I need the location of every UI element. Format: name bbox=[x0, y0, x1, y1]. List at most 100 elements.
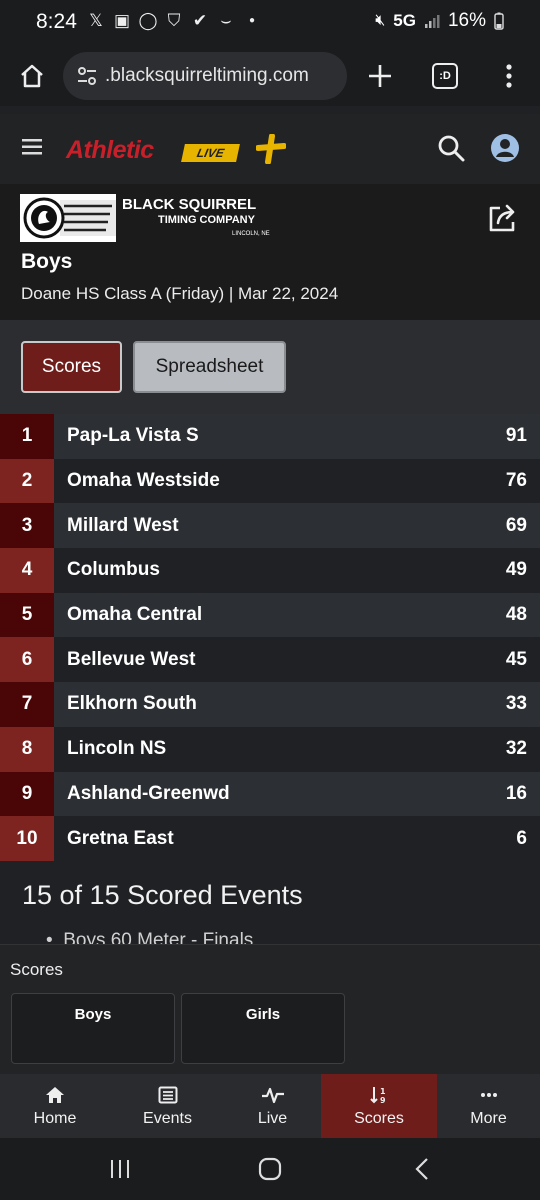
standings-row[interactable]: 5 Omaha Central 48 bbox=[0, 592, 540, 638]
list-icon bbox=[158, 1086, 177, 1104]
team-name[interactable]: Omaha Westside bbox=[67, 470, 220, 492]
standings-row[interactable]: 8 Lincoln NS 32 bbox=[0, 726, 540, 772]
mute-icon: 🔇︎ bbox=[375, 12, 386, 29]
notification-icons: 𝕏 ▣ ◯ ⛉ ✔ ⌣ ● bbox=[86, 11, 262, 31]
home-icon bbox=[46, 1087, 64, 1103]
nav-events-label: Events bbox=[143, 1110, 192, 1127]
team-rank: 1 bbox=[0, 414, 54, 459]
team-points: 76 bbox=[505, 470, 527, 492]
team-name[interactable]: Pap-La Vista S bbox=[67, 425, 199, 447]
team-points: 32 bbox=[505, 738, 527, 760]
brand-name: Athletic bbox=[66, 136, 154, 164]
tab-spreadsheet[interactable]: Spreadsheet bbox=[133, 341, 286, 393]
nav-scores[interactable]: 19 Scores bbox=[321, 1074, 437, 1138]
check-app-icon: ✔ bbox=[192, 11, 208, 30]
nav-events[interactable]: Events bbox=[110, 1074, 225, 1138]
team-points: 69 bbox=[505, 514, 527, 536]
team-name[interactable]: Columbus bbox=[67, 559, 160, 581]
site-settings-icon[interactable] bbox=[77, 67, 97, 85]
tab-scores[interactable]: Scores bbox=[21, 341, 122, 393]
event-list-item[interactable]: • Boys 60 Meter - Finals bbox=[46, 930, 253, 944]
team-points: 49 bbox=[505, 559, 527, 581]
battery-icon bbox=[494, 12, 504, 30]
team-name[interactable]: Millard West bbox=[67, 515, 179, 537]
scores-drawer: Scores Boys Girls bbox=[0, 944, 540, 1074]
team-rank: 9 bbox=[0, 771, 54, 817]
system-navigation bbox=[0, 1138, 540, 1200]
girls-scores-button[interactable]: Girls bbox=[181, 993, 345, 1064]
team-rank: 8 bbox=[0, 726, 54, 772]
standings-row[interactable]: 6 Bellevue West 45 bbox=[0, 637, 540, 683]
share-icon[interactable] bbox=[486, 202, 518, 234]
team-points: 48 bbox=[505, 604, 527, 626]
team-points: 45 bbox=[505, 648, 527, 670]
back-icon[interactable] bbox=[412, 1157, 432, 1181]
event-title: Boys bbox=[21, 250, 73, 273]
standings-row[interactable]: 1 Pap-La Vista S 91 bbox=[0, 414, 540, 459]
standings-row[interactable]: 7 Elkhorn South 33 bbox=[0, 682, 540, 727]
nav-home[interactable]: Home bbox=[0, 1074, 110, 1138]
shield-app-icon: ⛉ bbox=[167, 11, 181, 30]
battery-label: 16% bbox=[447, 10, 486, 31]
status-right: 🔇︎ 5G 16% bbox=[375, 10, 504, 32]
athletic-live-logo[interactable]: Athletic LIVE bbox=[66, 136, 242, 166]
team-name[interactable]: Gretna East bbox=[67, 828, 174, 850]
team-name[interactable]: Omaha Central bbox=[67, 604, 202, 626]
browser-toolbar: .blacksquirreltiming.com :D bbox=[0, 46, 540, 106]
address-bar[interactable]: .blacksquirreltiming.com bbox=[63, 52, 347, 100]
view-tabs: Scores Spreadsheet bbox=[0, 320, 540, 414]
home-icon[interactable] bbox=[18, 62, 46, 90]
standings-row[interactable]: 9 Ashland-Greenwd 16 bbox=[0, 771, 540, 817]
site-header: Athletic LIVE bbox=[0, 114, 540, 184]
x-app-icon: 𝕏 bbox=[89, 11, 103, 30]
tab-switcher-button[interactable]: :D bbox=[432, 63, 458, 89]
more-notifications-icon: ● bbox=[248, 15, 256, 26]
brand-badge: LIVE bbox=[181, 144, 240, 162]
standings-row[interactable]: 2 Omaha Westside 76 bbox=[0, 458, 540, 504]
amazon-icon: ⌣ bbox=[220, 11, 232, 30]
timer-location: LINCOLN, NE bbox=[232, 231, 270, 237]
team-points: 91 bbox=[505, 425, 527, 447]
hamburger-menu-icon[interactable] bbox=[22, 138, 44, 156]
timer-name-line1: BLACK SQUIRREL bbox=[122, 196, 257, 213]
bottom-nav: Home Events Live 19 Scores More bbox=[0, 1074, 540, 1138]
standings-row[interactable]: 3 Millard West 69 bbox=[0, 503, 540, 549]
team-name[interactable]: Lincoln NS bbox=[67, 738, 166, 760]
svg-text:1: 1 bbox=[380, 1087, 386, 1096]
team-rank: 7 bbox=[0, 682, 54, 727]
event-subtitle: Doane HS Class A (Friday) | Mar 22, 2024 bbox=[21, 284, 339, 303]
team-name[interactable]: Elkhorn South bbox=[67, 693, 197, 715]
nav-more-label: More bbox=[470, 1110, 507, 1127]
team-name[interactable]: Ashland-Greenwd bbox=[67, 783, 230, 805]
system-home-icon[interactable] bbox=[258, 1157, 282, 1181]
pulse-icon bbox=[261, 1087, 284, 1104]
new-tab-icon[interactable] bbox=[366, 62, 394, 90]
team-rank: 2 bbox=[0, 458, 54, 504]
team-rank: 6 bbox=[0, 637, 54, 683]
recent-apps-icon[interactable] bbox=[109, 1158, 131, 1180]
nav-live-label: Live bbox=[257, 1110, 288, 1127]
boys-scores-button[interactable]: Boys bbox=[11, 993, 175, 1064]
standings-row[interactable]: 4 Columbus 49 bbox=[0, 548, 540, 593]
nav-more[interactable]: More bbox=[437, 1074, 540, 1138]
team-rank: 3 bbox=[0, 503, 54, 549]
nav-live[interactable]: Live bbox=[225, 1074, 320, 1138]
team-name[interactable]: Bellevue West bbox=[67, 649, 195, 671]
menu-dots-icon[interactable] bbox=[500, 62, 518, 90]
timer-name-line2: TIMING COMPANY bbox=[158, 214, 255, 226]
signal-icon bbox=[424, 15, 440, 28]
team-points: 6 bbox=[516, 827, 527, 849]
team-rank: 10 bbox=[0, 816, 54, 861]
plus-logo-icon[interactable] bbox=[256, 134, 286, 164]
team-rank: 5 bbox=[0, 592, 54, 638]
standings-row[interactable]: 10 Gretna East 6 bbox=[0, 816, 540, 861]
drawer-title: Scores bbox=[10, 960, 63, 979]
nav-scores-label: Scores bbox=[354, 1110, 404, 1127]
network-label: 5G bbox=[393, 11, 416, 30]
team-points: 16 bbox=[505, 782, 527, 804]
account-icon[interactable] bbox=[490, 133, 520, 163]
search-icon[interactable] bbox=[437, 134, 465, 162]
circle-app-icon: ◯ bbox=[138, 11, 158, 30]
event-info: BLACK SQUIRREL TIMING COMPANY LINCOLN, N… bbox=[0, 184, 540, 320]
status-time: 8:24 bbox=[36, 10, 77, 33]
